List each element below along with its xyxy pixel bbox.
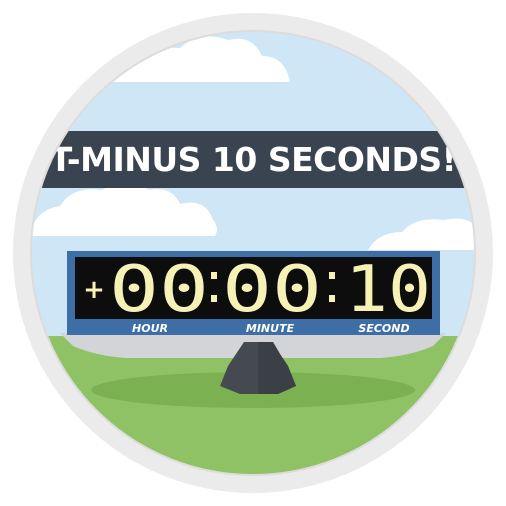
banner-title: T-MINUS 10 SECONDS! — [50, 140, 456, 179]
hour-label: HOUR — [132, 322, 168, 335]
seconds-digits: 10 — [345, 253, 431, 327]
svg-text:00: 00 — [222, 253, 322, 327]
countdown-illustration: T-MINUS 10 SECONDS! + 00 00 10 HOUR MINU… — [0, 0, 506, 506]
minute-label: MINUTE — [246, 322, 295, 335]
countdown-board: + 00 00 10 HOUR MINUTE SECOND — [67, 251, 440, 335]
sign-indicator: + — [83, 275, 105, 305]
svg-text:00: 00 — [109, 253, 209, 327]
hours-digits: 00 — [109, 253, 209, 327]
second-label: SECOND — [358, 322, 409, 335]
minutes-digits: 00 — [222, 253, 322, 327]
svg-text:10: 10 — [345, 253, 431, 327]
